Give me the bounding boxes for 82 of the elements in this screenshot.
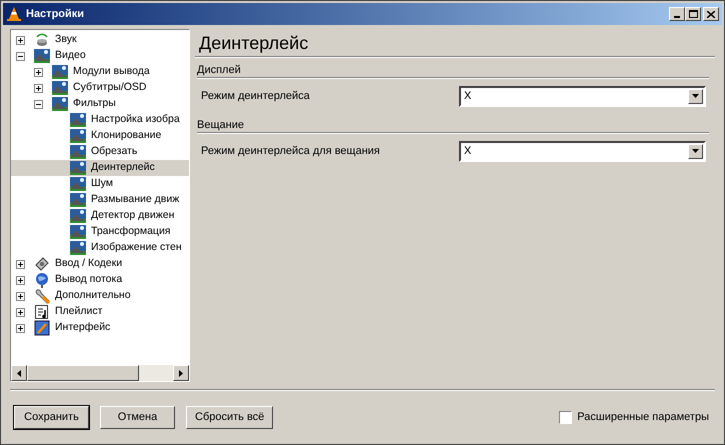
tree-item[interactable]: Интерфейс <box>11 320 189 336</box>
tree-item[interactable]: Детектор движен <box>11 208 189 224</box>
scroll-left-button[interactable] <box>11 365 27 381</box>
minimize-icon <box>674 16 680 18</box>
field-label: Режим деинтерлейса <box>201 88 311 104</box>
tree-item[interactable]: Ввод / Кодеки <box>11 256 189 272</box>
dialog-button[interactable]: Отмена <box>100 406 175 429</box>
minimize-button[interactable] <box>669 7 685 21</box>
landscape-icon <box>70 208 86 224</box>
section-heading: Вещание <box>196 119 245 132</box>
plus-icon <box>18 278 23 282</box>
horizontal-scrollbar[interactable] <box>11 365 189 381</box>
tree-item[interactable]: Дополнительно <box>11 288 189 304</box>
left-arrow-icon <box>17 370 21 376</box>
landscape-icon <box>70 144 86 160</box>
minus-icon <box>36 102 41 106</box>
speaker-icon <box>34 32 50 48</box>
maximize-button[interactable] <box>685 7 701 21</box>
tree-item[interactable]: Деинтерлейс <box>11 160 189 176</box>
maximize-icon <box>688 10 698 18</box>
landscape-icon <box>70 240 86 256</box>
list-note-icon <box>34 304 50 320</box>
plus-icon <box>18 310 23 314</box>
tree-item[interactable]: Модули вывода <box>11 64 189 80</box>
pencil-window-icon <box>34 320 50 336</box>
landscape-icon <box>52 64 68 80</box>
tree-item[interactable]: Изображение стен <box>11 240 189 256</box>
expand-toggle[interactable] <box>16 292 25 300</box>
landscape-icon <box>70 128 86 144</box>
tree-item[interactable]: Настройка изобра <box>11 112 189 128</box>
landscape-icon <box>70 160 86 176</box>
close-icon <box>707 10 715 18</box>
tree-item[interactable]: Фильтры <box>11 96 189 112</box>
checkbox-label[interactable]: Расширенные параметры <box>577 409 709 426</box>
minus-icon <box>18 54 23 58</box>
expand-toggle[interactable] <box>16 36 25 44</box>
plus-icon <box>18 326 23 330</box>
landscape-icon <box>70 192 86 208</box>
collapse-toggle[interactable] <box>34 100 43 108</box>
landscape-icon <box>70 112 86 128</box>
scroll-thumb[interactable] <box>27 365 139 381</box>
plus-icon <box>36 70 41 74</box>
tree-item[interactable]: Шум <box>11 176 189 192</box>
landscape-icon <box>52 96 68 112</box>
globe-icon <box>34 272 50 288</box>
tree-item[interactable]: Видео <box>11 48 189 64</box>
tree-item[interactable]: Клонирование <box>11 128 189 144</box>
expand-toggle[interactable] <box>16 260 25 268</box>
tree-item[interactable]: Плейлист <box>11 304 189 320</box>
plus-icon <box>18 294 23 298</box>
expand-toggle[interactable] <box>34 68 43 76</box>
section-heading: Дисплей <box>196 64 242 77</box>
window-title: Настройки <box>26 6 86 22</box>
tree-item[interactable]: Субтитры/OSD <box>11 80 189 96</box>
tree-item[interactable]: Трансформация <box>11 224 189 240</box>
mode-dropdown[interactable]: X <box>459 86 706 106</box>
dialog-button[interactable]: Сохранить <box>14 406 89 429</box>
landscape-icon <box>52 80 68 96</box>
advanced-checkbox[interactable] <box>559 411 572 424</box>
landscape-icon <box>70 224 86 240</box>
dialog-button[interactable]: Сбросить всё <box>186 406 274 429</box>
tree-item[interactable]: Вывод потока <box>11 272 189 288</box>
plus-icon <box>18 38 23 42</box>
panel-title: Деинтерлейс <box>198 32 310 54</box>
landscape-icon <box>34 48 50 64</box>
collapse-toggle[interactable] <box>16 52 25 60</box>
expand-toggle[interactable] <box>16 324 25 332</box>
expand-toggle[interactable] <box>16 308 25 316</box>
plus-icon <box>18 262 23 266</box>
expand-toggle[interactable] <box>34 84 43 92</box>
expand-toggle[interactable] <box>16 276 25 284</box>
field-label: Режим деинтерлейса для вещания <box>201 144 381 159</box>
tree-item[interactable]: Обрезать <box>11 144 189 160</box>
plus-icon <box>36 86 41 90</box>
tree-item[interactable]: Размывание движ <box>11 192 189 208</box>
landscape-icon <box>70 176 86 192</box>
cone-icon <box>6 6 22 22</box>
tree-item[interactable]: Звук <box>11 32 189 48</box>
scroll-right-button[interactable] <box>173 365 189 381</box>
mode-dropdown[interactable]: X <box>459 140 706 162</box>
close-button[interactable] <box>703 7 719 21</box>
right-arrow-icon <box>179 370 183 376</box>
